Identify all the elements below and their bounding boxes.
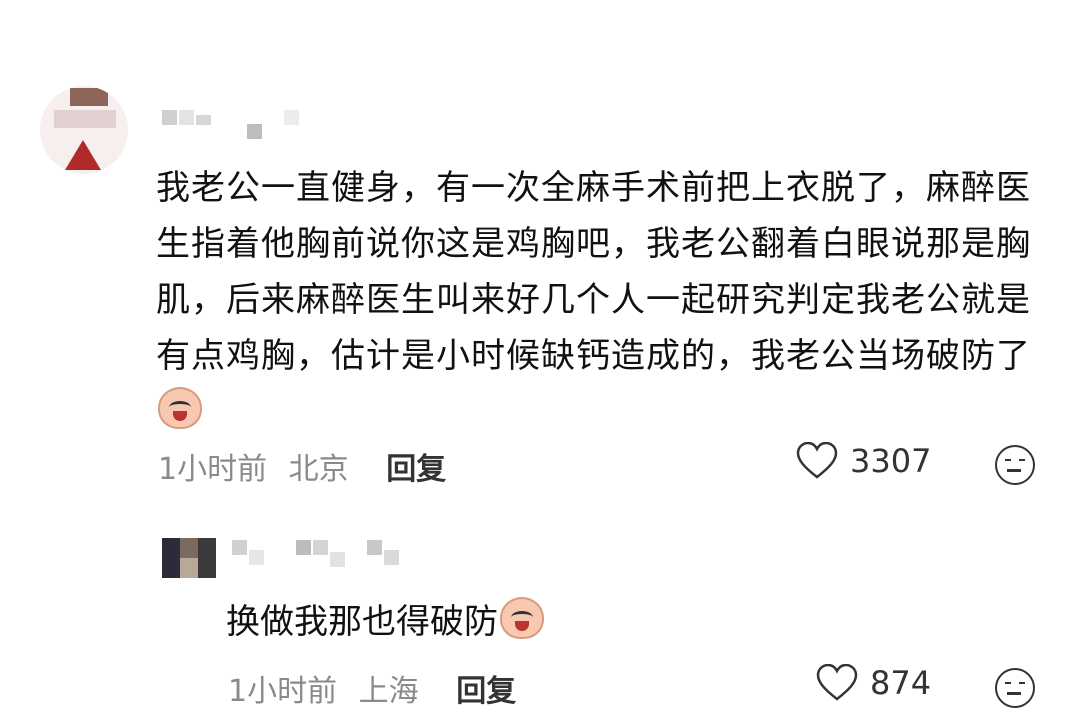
- reply-more-options-icon[interactable]: [995, 668, 1035, 708]
- reply-text: 换做我那也得破防: [226, 594, 544, 650]
- reply-like-button[interactable]: 874: [816, 664, 931, 702]
- comment-location: 北京: [288, 452, 349, 487]
- avatar[interactable]: [40, 86, 128, 174]
- more-options-icon[interactable]: [995, 445, 1035, 485]
- reply-like-count: 874: [870, 664, 932, 702]
- reply-meta: 1小时前 上海 回复: [228, 666, 516, 710]
- reply-time: 1小时前: [228, 674, 338, 709]
- crying-laughing-emoji-icon: [158, 387, 202, 429]
- reply-avatar[interactable]: [162, 538, 216, 578]
- crying-laughing-emoji-icon: [500, 597, 544, 639]
- avatar-shape: [65, 140, 101, 170]
- reply-button[interactable]: 回复: [386, 452, 446, 487]
- avatar-pixel: [162, 538, 180, 578]
- avatar-pixel: [54, 110, 116, 128]
- avatar-pixel: [198, 538, 216, 578]
- heart-icon: [816, 664, 858, 701]
- comment-time: 1小时前: [158, 452, 268, 487]
- reply-username-blurred[interactable]: [232, 540, 399, 567]
- reply-reply-button[interactable]: 回复: [456, 674, 516, 709]
- heart-icon: [796, 442, 838, 479]
- avatar-pixel: [180, 538, 198, 558]
- like-count: 3307: [850, 442, 932, 480]
- like-button[interactable]: 3307: [796, 442, 931, 480]
- comment-text: 我老公一直健身，有一次全麻手术前把上衣脱了，麻醉医生指着他胸前说你这是鸡胸吧，我…: [156, 160, 1046, 440]
- reply-body: 换做我那也得破防: [226, 602, 498, 642]
- avatar-pixel: [70, 88, 108, 106]
- comment-body: 我老公一直健身，有一次全麻手术前把上衣脱了，麻醉医生指着他胸前说你这是鸡胸吧，我…: [156, 168, 1031, 376]
- avatar-pixel: [180, 558, 198, 578]
- username-blurred[interactable]: [162, 110, 299, 139]
- comment-meta: 1小时前 北京 回复: [158, 444, 446, 488]
- reply-location: 上海: [358, 674, 419, 709]
